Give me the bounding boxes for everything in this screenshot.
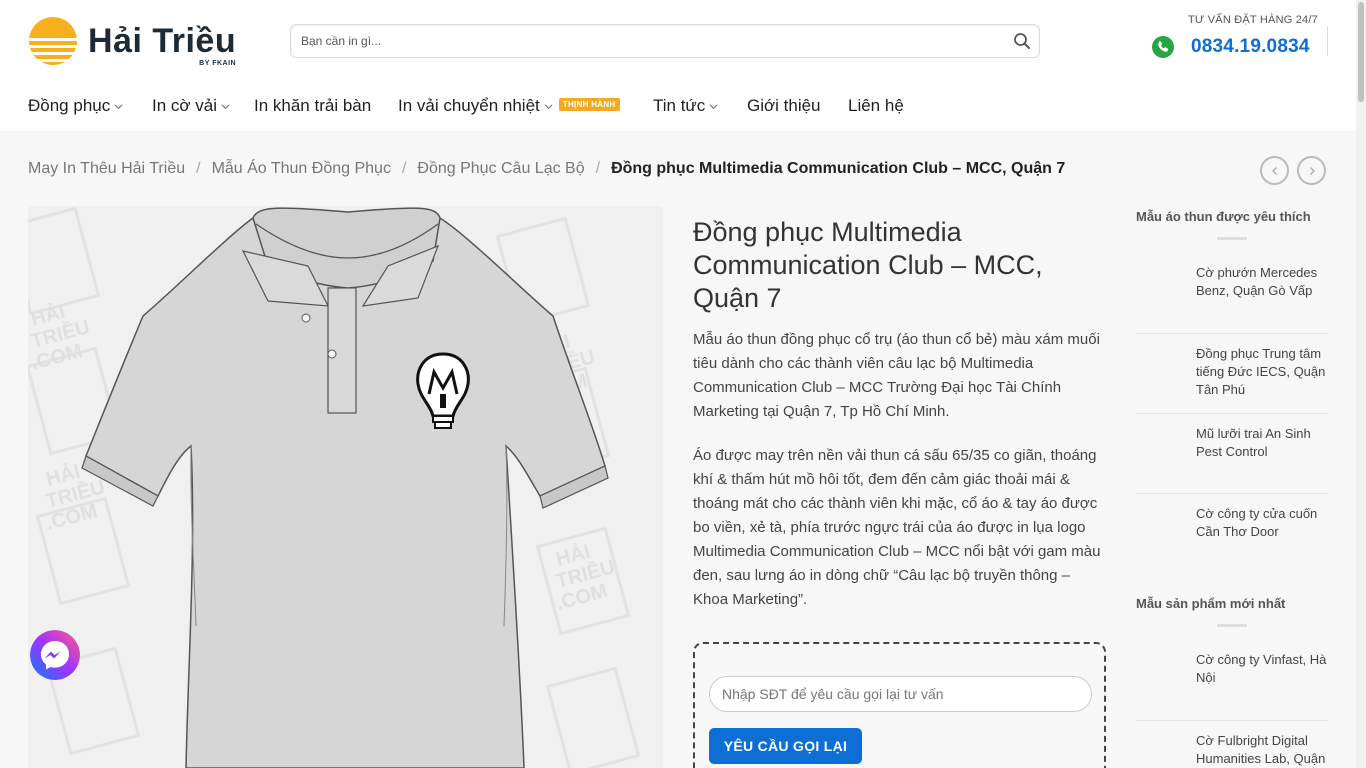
breadcrumb-separator: / bbox=[595, 160, 601, 177]
nav-item-dong-phuc[interactable]: Đồng phục bbox=[28, 96, 123, 116]
header-divider bbox=[1327, 26, 1328, 56]
product-image[interactable]: HẢI TRIỀU .COM HẢI TRIỀU .COM HẢI TRIỀU … bbox=[28, 206, 663, 768]
description-paragraph: Mẫu áo thun đồng phục cổ trụ (áo thun cổ… bbox=[693, 331, 1100, 420]
chevron-down-icon bbox=[709, 103, 718, 109]
sidebar-product-item[interactable]: Cờ Fulbright Digital Humanities Lab, Quậ… bbox=[1136, 732, 1328, 768]
sidebar-product-label: Cờ Fulbright Digital Humanities Lab, Quậ… bbox=[1196, 733, 1326, 766]
product-thumbnail bbox=[1136, 431, 1184, 479]
nav-item-gioi-thieu[interactable]: Giới thiệu bbox=[747, 96, 821, 116]
request-callback-button[interactable]: YÊU CẦU GỌI LẠI bbox=[709, 728, 862, 764]
sidebar-product-item[interactable]: Mũ lưỡi trai An Sinh Pest Control bbox=[1136, 425, 1328, 494]
product-thumbnail bbox=[1136, 351, 1184, 399]
search-icon[interactable] bbox=[1013, 32, 1031, 50]
sidebar-product-label: Cờ phướn Mercedes Benz, Quận Gò Vấp bbox=[1196, 265, 1318, 298]
nav-item-tin-tuc[interactable]: Tin tức bbox=[653, 96, 718, 116]
callback-form: YÊU CẦU GỌI LẠI bbox=[693, 642, 1106, 768]
sidebar-product-item[interactable]: Cờ công ty cửa cuốn Cần Thơ Door bbox=[1136, 505, 1328, 575]
messenger-icon[interactable] bbox=[30, 630, 80, 680]
nav-label: Giới thiệu bbox=[747, 96, 821, 115]
product-thumbnail bbox=[1136, 657, 1184, 705]
heading-underline bbox=[1217, 237, 1247, 240]
sidebar-product-label: Đồng phục Trung tâm tiếng Đức IECS, Quận… bbox=[1196, 346, 1326, 397]
breadcrumb-separator: / bbox=[401, 160, 407, 177]
newest-heading: Mẫu sản phẩm mới nhất bbox=[1136, 596, 1286, 611]
logo-sub: BY FKAIN bbox=[199, 60, 237, 67]
hotline[interactable]: 0834.19.0834 bbox=[1152, 36, 1310, 58]
trending-badge: THỊNH HÀNH bbox=[558, 97, 620, 111]
chevron-down-icon bbox=[544, 103, 553, 109]
nav-item-in-co-vai[interactable]: In cờ vải bbox=[152, 96, 230, 116]
product-thumbnail bbox=[1136, 511, 1184, 559]
chevron-left-icon bbox=[1271, 166, 1277, 175]
scrollbar-thumb[interactable] bbox=[1358, 2, 1364, 102]
breadcrumb-link[interactable]: Mẫu Áo Thun Đồng Phục bbox=[212, 160, 391, 178]
main-nav: Đồng phục In cờ vải In khăn trải bàn In … bbox=[0, 82, 1356, 131]
sidebar-product-item[interactable]: Đồng phục Trung tâm tiếng Đức IECS, Quận… bbox=[1136, 345, 1328, 414]
product-thumbnail bbox=[1136, 270, 1184, 318]
nav-item-in-vai-chuyen-nhiet[interactable]: In vải chuyển nhiệt THỊNH HÀNH bbox=[398, 96, 620, 116]
next-product-button[interactable] bbox=[1297, 156, 1326, 185]
description-paragraph: Áo được may trên nền vải thun cá sấu 65/… bbox=[693, 447, 1101, 608]
logo-text: Hải Triều BY FKAIN bbox=[88, 22, 237, 67]
polo-shirt-image: HẢI TRIỀU .COM HẢI TRIỀU .COM HẢI TRIỀU … bbox=[28, 206, 663, 768]
product-thumbnail bbox=[1136, 738, 1184, 768]
nav-item-lien-he[interactable]: Liên hệ bbox=[848, 96, 904, 116]
logo[interactable]: Hải Triều BY FKAIN bbox=[28, 16, 250, 67]
search-box bbox=[290, 24, 1040, 58]
sidebar-product-item[interactable]: Cờ phướn Mercedes Benz, Quận Gò Vấp bbox=[1136, 264, 1328, 334]
prev-product-button[interactable] bbox=[1260, 156, 1289, 185]
nav-label: Liên hệ bbox=[848, 96, 904, 115]
nav-label: In khăn trải bàn bbox=[254, 96, 372, 115]
breadcrumb-separator: / bbox=[196, 160, 201, 177]
sun-logo-icon bbox=[29, 17, 77, 65]
breadcrumb: May In Thêu Hải Triều / Mẫu Áo Thun Đồng… bbox=[28, 160, 1065, 178]
hotline-label: TƯ VẤN ĐẶT HÀNG 24/7 bbox=[1188, 14, 1318, 26]
chevron-down-icon bbox=[221, 103, 230, 109]
sidebar-product-item[interactable]: Cờ công ty Vinfast, Hà Nội bbox=[1136, 651, 1328, 721]
hotline-number: 0834.19.0834 bbox=[1191, 36, 1310, 57]
breadcrumb-current: Đồng phục Multimedia Communication Club … bbox=[611, 160, 1066, 177]
chevron-right-icon bbox=[1309, 166, 1315, 175]
phone-input[interactable] bbox=[709, 676, 1092, 712]
scrollbar[interactable] bbox=[1356, 0, 1366, 768]
sidebar-product-label: Cờ công ty Vinfast, Hà Nội bbox=[1196, 652, 1327, 685]
nav-label: Tin tức bbox=[653, 96, 706, 115]
breadcrumb-link[interactable]: May In Thêu Hải Triều bbox=[28, 160, 185, 178]
nav-label: In vải chuyển nhiệt bbox=[398, 96, 540, 115]
breadcrumb-link[interactable]: Đồng Phục Câu Lạc Bộ bbox=[417, 160, 584, 178]
sidebar-product-label: Mũ lưỡi trai An Sinh Pest Control bbox=[1196, 426, 1311, 459]
favorite-heading: Mẫu áo thun được yêu thích bbox=[1136, 209, 1311, 224]
nav-label: Đồng phục bbox=[28, 96, 111, 115]
heading-underline bbox=[1217, 624, 1247, 627]
phone-icon bbox=[1152, 36, 1174, 58]
chevron-down-icon bbox=[114, 103, 123, 109]
header: Hải Triều BY FKAIN TƯ VẤN ĐẶT HÀNG 24/7 … bbox=[0, 0, 1356, 82]
product-title: Đồng phục Multimedia Communication Club … bbox=[693, 217, 1043, 313]
sidebar-product-label: Cờ công ty cửa cuốn Cần Thơ Door bbox=[1196, 506, 1318, 539]
search-input[interactable] bbox=[291, 25, 991, 57]
product-description: Mẫu áo thun đồng phục cổ trụ (áo thun cổ… bbox=[693, 328, 1108, 632]
page: Hải Triều BY FKAIN TƯ VẤN ĐẶT HÀNG 24/7 … bbox=[0, 0, 1366, 768]
nav-item-in-khan-trai-ban[interactable]: In khăn trải bàn bbox=[254, 96, 371, 116]
nav-label: In cờ vải bbox=[152, 96, 218, 115]
logo-name: Hải Triều bbox=[88, 22, 237, 60]
